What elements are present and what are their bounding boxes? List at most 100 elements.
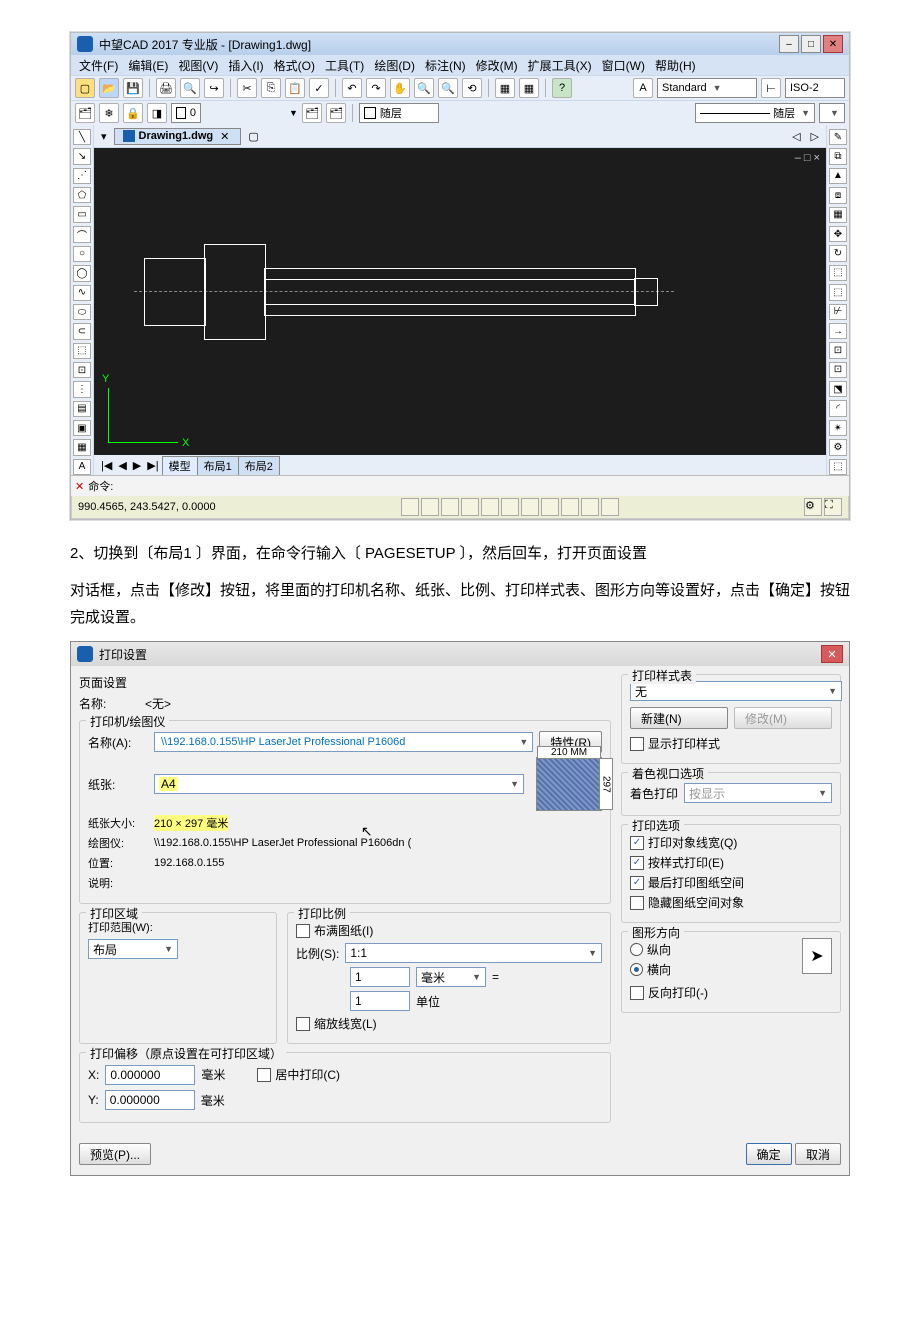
polar-icon[interactable] xyxy=(461,498,479,516)
ortho2-icon[interactable] xyxy=(441,498,459,516)
tab-prev-icon[interactable]: ◀ xyxy=(115,459,129,472)
menu-tools[interactable]: 工具(T) xyxy=(321,57,368,74)
paper-combo[interactable]: A4▼ xyxy=(154,774,524,794)
paste-icon[interactable]: 📋 xyxy=(285,78,305,98)
save-icon[interactable]: 💾 xyxy=(123,78,143,98)
opt-lw-checkbox[interactable]: ✓ xyxy=(630,836,644,850)
open-icon[interactable]: 📂 xyxy=(99,78,119,98)
tab-first-icon[interactable]: |◀ xyxy=(98,459,115,472)
viewport-controls[interactable]: – □ × xyxy=(795,152,820,164)
scale-den-input[interactable]: 1 xyxy=(350,991,410,1011)
zoomp-icon[interactable]: ⟲ xyxy=(462,78,482,98)
mirror-icon[interactable]: ▲ xyxy=(829,168,847,184)
styletbl-new-button[interactable]: 新建(N) xyxy=(630,707,728,729)
lwt-icon[interactable] xyxy=(561,498,579,516)
dimstyle-combo[interactable]: ISO-2 xyxy=(785,78,845,98)
rotate-icon[interactable]: ↻ xyxy=(829,245,847,261)
block-icon[interactable]: ⬚ xyxy=(73,343,91,359)
pan-icon[interactable]: ✋ xyxy=(390,78,410,98)
spline-icon[interactable]: ∿ xyxy=(73,285,91,301)
portrait-radio[interactable] xyxy=(630,943,643,956)
styletbl-combo[interactable]: 无▼ xyxy=(630,681,842,701)
textstyle-combo[interactable]: Standard▼ xyxy=(657,78,757,98)
snap-icon[interactable] xyxy=(401,498,419,516)
match-icon[interactable]: ✓ xyxy=(309,78,329,98)
region-icon[interactable]: ▣ xyxy=(73,420,91,436)
lock-icon[interactable]: 🔒 xyxy=(123,103,143,123)
copy2-icon[interactable]: ⧉ xyxy=(829,148,847,164)
scale-num-input[interactable]: 1 xyxy=(350,967,410,987)
lineweight-combo[interactable]: ▼ xyxy=(819,103,845,123)
trim-icon[interactable]: ⊬ xyxy=(829,304,847,320)
opt-hide-checkbox[interactable] xyxy=(630,896,644,910)
tab-next-icon[interactable]: ▶ xyxy=(130,459,144,472)
osnap-icon[interactable] xyxy=(481,498,499,516)
grid-icon[interactable]: ▦ xyxy=(495,78,515,98)
upside-checkbox[interactable] xyxy=(630,986,644,1000)
xline-icon[interactable]: ↘ xyxy=(73,148,91,164)
freeze-icon[interactable]: ❄ xyxy=(99,103,119,123)
zoomw-icon[interactable]: 🔍 xyxy=(438,78,458,98)
layer0-combo[interactable]: 0 xyxy=(171,103,201,123)
point-icon[interactable]: ⋮ xyxy=(73,381,91,397)
settings-icon[interactable]: ⚙ xyxy=(804,498,822,516)
tab-right-icon[interactable]: ▷ xyxy=(808,130,822,143)
rect-icon[interactable]: ▭ xyxy=(73,206,91,222)
bylayer-icon[interactable]: 🗂 xyxy=(302,103,322,123)
printer-name-combo[interactable]: ▼ xyxy=(154,732,533,752)
pline-icon[interactable]: ⋰ xyxy=(73,168,91,184)
drawing-canvas[interactable]: – □ × X Y xyxy=(94,148,826,455)
undo-icon[interactable]: ↶ xyxy=(342,78,362,98)
ok-button[interactable]: 确定 xyxy=(746,1143,792,1165)
menu-draw[interactable]: 绘图(D) xyxy=(370,57,419,74)
menu-ext[interactable]: 扩展工具(X) xyxy=(524,57,596,74)
tab-last-icon[interactable]: ▶| xyxy=(144,459,161,472)
table-icon[interactable]: ▦ xyxy=(73,439,91,455)
publish-icon[interactable]: ↪ xyxy=(204,78,224,98)
textstyle-icon[interactable]: A xyxy=(633,78,653,98)
doc-tab[interactable]: Drawing1.dwg✕ xyxy=(114,128,242,145)
join-icon[interactable]: ⊡ xyxy=(829,362,847,378)
offset-x-input[interactable]: 0.000000 xyxy=(105,1065,195,1085)
menu-window[interactable]: 窗口(W) xyxy=(598,57,649,74)
menu-format[interactable]: 格式(O) xyxy=(270,57,319,74)
cmd-close-icon[interactable]: ✕ xyxy=(75,480,84,493)
maximize-button[interactable]: □ xyxy=(801,35,821,53)
menu-insert[interactable]: 插入(I) xyxy=(224,57,267,74)
preview-button[interactable]: 预览(P)... xyxy=(79,1143,151,1165)
stretch-icon[interactable]: ⬚ xyxy=(829,284,847,300)
erase-icon[interactable]: ✎ xyxy=(829,129,847,145)
tab-close-icon[interactable]: ✕ xyxy=(217,130,232,143)
help-icon[interactable]: ? xyxy=(552,78,572,98)
tab-layout1[interactable]: 布局1 xyxy=(197,456,239,475)
offset-y-input[interactable]: 0.000000 xyxy=(105,1090,195,1110)
qp-icon[interactable] xyxy=(601,498,619,516)
offset-icon[interactable]: ⧈ xyxy=(829,187,847,203)
command-line[interactable]: ✕ 命令: xyxy=(71,475,849,496)
chamfer-icon[interactable]: ⬔ xyxy=(829,381,847,397)
hatch-icon[interactable]: ▤ xyxy=(73,401,91,417)
polygon-icon[interactable]: ⬠ xyxy=(73,187,91,203)
grid2-icon[interactable] xyxy=(421,498,439,516)
color-icon[interactable]: ◨ xyxy=(147,103,167,123)
fillet-icon[interactable]: ◜ xyxy=(829,400,847,416)
dialog-close-button[interactable]: ✕ xyxy=(821,645,843,663)
new-icon[interactable]: ▢ xyxy=(75,78,95,98)
cut-icon[interactable]: ✂ xyxy=(237,78,257,98)
print-icon[interactable]: 🖨 xyxy=(156,78,176,98)
menu-help[interactable]: 帮助(H) xyxy=(651,57,700,74)
scale-icon[interactable]: ⬚ xyxy=(829,265,847,281)
explode-icon[interactable]: ✴ xyxy=(829,420,847,436)
unit-combo[interactable]: 毫米▼ xyxy=(416,967,486,987)
prevlayer-icon[interactable]: 🗂 xyxy=(326,103,346,123)
landscape-radio[interactable] xyxy=(630,963,643,976)
layer-mgr-icon[interactable]: 🗂 xyxy=(75,103,95,123)
copy-icon[interactable]: ⎘ xyxy=(261,78,281,98)
line-icon[interactable]: ╲ xyxy=(73,129,91,145)
range-combo[interactable]: 布局▼ xyxy=(88,939,178,959)
arc-icon[interactable]: ⌒ xyxy=(73,226,91,243)
dyn-icon[interactable] xyxy=(541,498,559,516)
cancel-button[interactable]: 取消 xyxy=(795,1143,841,1165)
ducs-icon[interactable] xyxy=(521,498,539,516)
tab-layout2[interactable]: 布局2 xyxy=(238,456,280,475)
